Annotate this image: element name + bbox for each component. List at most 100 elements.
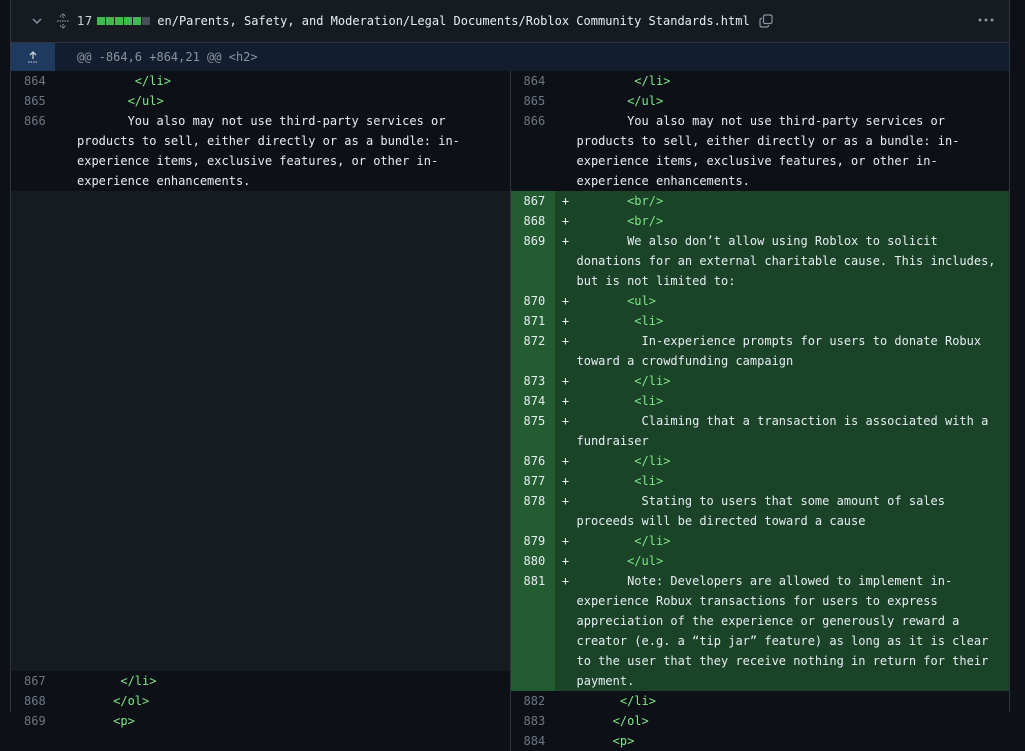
line-number[interactable]: 872 [510,331,555,371]
file-path[interactable]: en/Parents, Safety, and Moderation/Legal… [157,14,749,28]
added-line: 873 + </li> [510,371,1009,391]
line-number[interactable]: 866 [11,111,55,191]
added-line: 872 + In-experience prompts for users to … [510,331,1009,371]
diff-marker [55,711,77,731]
line-number[interactable]: 884 [511,731,555,751]
kebab-menu-icon[interactable] [977,12,995,28]
code-text: <li> [576,471,1009,491]
line-number[interactable]: 871 [510,311,555,331]
context-line: 864 </li> [511,71,1010,91]
diff-marker [555,711,577,731]
line-number[interactable]: 864 [511,71,555,91]
code-text: <br/> [576,211,1009,231]
line-number[interactable]: 874 [510,391,555,411]
code-content: Stating to users that some amount of sal… [576,494,953,528]
context-line: 866 You also may not use third-party ser… [11,111,510,191]
line-number[interactable]: 867 [11,671,55,691]
line-number[interactable]: 883 [511,711,555,731]
added-line: 880 + </ul> [510,551,1009,571]
diff-marker [55,671,77,691]
code-text: <ul> [576,291,1009,311]
diffstat-square [124,17,133,25]
added-line: 874 + <li> [510,391,1009,411]
diff-marker: + [554,551,577,571]
html-tag: </li> [634,534,671,548]
line-number[interactable]: 869 [11,711,55,731]
diffstat-square [106,17,115,25]
line-number[interactable]: 879 [510,531,555,551]
diff-marker: + [554,331,577,371]
line-number[interactable]: 876 [510,451,555,471]
context-line: 882 </li> [511,691,1010,711]
hunk-header: @@ -864,6 +864,21 @@ <h2> [11,43,1009,71]
left-pane: 864 </li> 865 </ul> 866 You also may not u… [11,71,510,751]
code-text: <p> [577,731,1010,751]
diff-marker: + [554,391,577,411]
diff-marker [55,111,77,191]
code-text: In-experience prompts for users to donat… [576,331,1009,371]
code-text: </li> [577,691,1010,711]
line-number[interactable]: 866 [511,111,555,191]
line-number[interactable]: 880 [510,551,555,571]
context-line: 864 </li> [11,71,510,91]
code-text: </ol> [577,711,1010,731]
line-number[interactable]: 881 [510,571,555,691]
line-number[interactable]: 868 [510,211,555,231]
code-text: </ul> [577,91,1010,111]
diff-marker: + [554,531,577,551]
line-number[interactable]: 865 [511,91,555,111]
line-number[interactable]: 867 [510,191,555,211]
diff-marker [555,71,577,91]
diff-marker [555,731,577,751]
added-line: 870 + <ul> [510,291,1009,311]
line-number[interactable]: 870 [510,291,555,311]
diff-marker: + [554,371,577,391]
line-number[interactable]: 878 [510,491,555,531]
code-text: <li> [576,391,1009,411]
line-number[interactable]: 873 [510,371,555,391]
added-line: 867 + <br/> [510,191,1009,211]
code-text: </li> [577,71,1010,91]
line-number[interactable]: 868 [11,691,55,711]
code-text: You also may not use third-party service… [77,111,510,191]
html-tag: </ul> [127,94,164,108]
code-text: </li> [77,671,510,691]
context-line: 868 </ol> [11,691,510,711]
line-number[interactable]: 865 [11,91,55,111]
line-number[interactable]: 875 [510,411,555,451]
diff-marker: + [554,471,577,491]
html-tag: <br/> [627,194,664,208]
context-line: 867 </li> [11,671,510,691]
diff-marker: + [554,411,577,451]
line-number[interactable]: 869 [510,231,555,291]
code-text: </li> [77,71,510,91]
code-text: Claiming that a transaction is associate… [576,411,1009,451]
html-tag: <br/> [627,214,664,228]
expand-all-icon[interactable] [55,13,71,29]
expand-up-icon[interactable] [11,43,55,71]
copy-icon[interactable] [758,13,774,29]
code-content: Note: Developers are allowed to implemen… [576,574,996,688]
diffstat [97,17,151,25]
diffstat-square [97,17,106,25]
line-number[interactable]: 882 [511,691,555,711]
chevron-down-icon[interactable] [29,13,45,29]
file-header: 17 en/Parents, Safety, and Moderation/Le… [11,0,1009,43]
code-text: </ol> [77,691,510,711]
line-number[interactable]: 864 [11,71,55,91]
diff-marker [55,91,77,111]
diffstat-square [142,17,151,25]
html-tag: </li> [634,454,671,468]
line-number[interactable]: 877 [510,471,555,491]
html-tag: <ul> [627,294,656,308]
context-line: 869 <p> [11,711,510,731]
